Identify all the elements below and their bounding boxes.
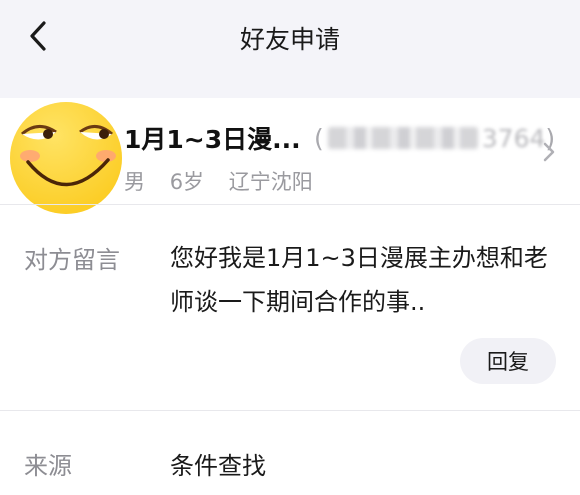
gender-text: 男 bbox=[124, 170, 145, 194]
divider bbox=[0, 204, 580, 205]
applicant-name: 1月1~3日漫... bbox=[124, 125, 301, 154]
id-redacted-block bbox=[327, 127, 478, 149]
nav-bar: 好友申请 bbox=[0, 0, 580, 98]
applicant-profile-row[interactable]: 1月1~3日漫... ( 3764 ) 男 6岁 辽宁沈阳 bbox=[0, 98, 580, 214]
applicant-details: 男 6岁 辽宁沈阳 bbox=[124, 166, 331, 196]
id-open-paren: ( bbox=[314, 123, 324, 153]
reply-button[interactable]: 回复 bbox=[460, 338, 556, 384]
chevron-right-icon bbox=[543, 142, 555, 162]
message-text: 您好我是1月1~3日漫展主办想和老师谈一下期间合作的事.. bbox=[170, 244, 548, 316]
source-label: 来源 bbox=[24, 452, 72, 480]
divider bbox=[0, 410, 580, 411]
message-label: 对方留言 bbox=[24, 246, 120, 274]
page-title: 好友申请 bbox=[239, 25, 340, 54]
location-text: 辽宁沈阳 bbox=[228, 170, 313, 194]
age-text: 6岁 bbox=[169, 170, 205, 194]
avatar bbox=[10, 102, 122, 214]
id-visible-suffix: 3764 bbox=[481, 123, 546, 153]
applicant-id: ( 3764 ) bbox=[314, 120, 555, 156]
source-value: 条件查找 bbox=[170, 452, 266, 480]
